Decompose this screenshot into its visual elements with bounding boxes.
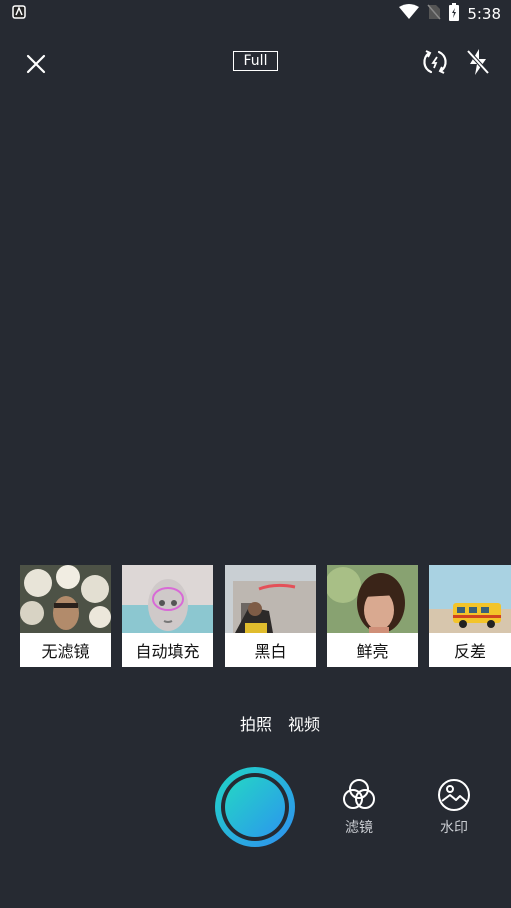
watermark-icon [438,779,470,811]
wifi-icon [399,4,420,24]
filter-item-auto-fill[interactable]: 自动填充 [122,565,213,667]
filter-item-none[interactable]: 无滤镜 [20,565,111,667]
filter-label: 无滤镜 [20,633,111,667]
filter-label: 鲜亮 [327,633,418,667]
capture-mode-tabs: 拍照 视频 [0,711,511,735]
camera-top-bar: Full [0,44,511,80]
filter-button[interactable]: 滤镜 [329,777,389,839]
filter-item-vivid[interactable]: 鲜亮 [327,565,418,667]
toy-bus-thumb [429,565,511,633]
no-sim-icon [427,4,441,24]
close-icon [26,54,46,74]
close-button[interactable] [22,50,50,78]
filter-icon [343,779,375,809]
flowers-portrait-thumb [20,565,111,633]
shutter-button[interactable] [215,767,295,847]
filter-item-contrast[interactable]: 反差 [429,565,511,667]
flash-button[interactable] [462,46,494,78]
filter-strip: 无滤镜 自动填充 黑白 鲜亮 反差 [20,565,511,667]
battery-icon [449,3,460,25]
tab-photo[interactable]: 拍照 [240,711,272,735]
woman-portrait-thumb [327,565,418,633]
aspect-ratio-button[interactable]: Full [233,51,278,71]
filter-label: 反差 [429,633,511,667]
filter-label: 自动填充 [122,633,213,667]
filter-label: 黑白 [225,633,316,667]
shutter-core [225,777,285,837]
app-notification-icon [12,5,26,23]
filter-button-label: 滤镜 [345,820,373,836]
switch-camera-icon [423,50,447,74]
switch-camera-button[interactable] [419,46,451,78]
watermark-button-label: 水印 [440,820,468,836]
flash-off-icon [466,49,490,75]
mask-face-thumb [122,565,213,633]
status-right: 5:38 [399,3,501,25]
filter-item-black-white[interactable]: 黑白 [225,565,316,667]
status-time: 5:38 [467,5,501,23]
tab-video[interactable]: 视频 [288,711,320,735]
building-neon-thumb [225,565,316,633]
watermark-button[interactable]: 水印 [424,777,484,839]
status-bar: 5:38 [0,0,511,28]
